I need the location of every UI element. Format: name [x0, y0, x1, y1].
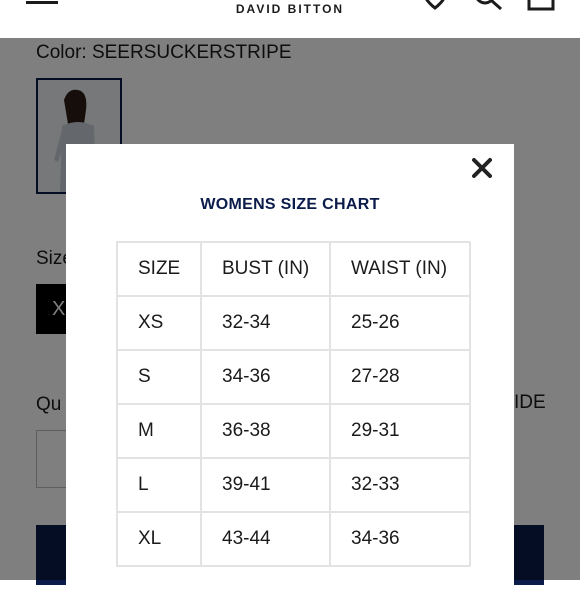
- column-header-size: SIZE: [116, 241, 202, 297]
- size-cell: XL: [116, 511, 202, 567]
- table-row: L 39-41 32-33: [116, 457, 471, 513]
- table-row: XL 43-44 34-36: [116, 511, 471, 567]
- table-header-row: SIZE BUST (IN) WAIST (IN): [116, 241, 471, 297]
- waist-cell: 34-36: [329, 511, 471, 567]
- column-header-bust: BUST (IN): [200, 241, 331, 297]
- size-cell: XS: [116, 295, 202, 351]
- bust-cell: 32-34: [200, 295, 331, 351]
- close-icon[interactable]: [466, 152, 498, 184]
- size-chart-table: SIZE BUST (IN) WAIST (IN) XS 32-34 25-26…: [116, 241, 471, 567]
- size-cell: L: [116, 457, 202, 513]
- size-chart-modal: WOMENS SIZE CHART SIZE BUST (IN) WAIST (…: [66, 144, 514, 594]
- heart-icon[interactable]: [420, 0, 450, 10]
- search-icon[interactable]: [472, 0, 504, 12]
- bust-cell: 43-44: [200, 511, 331, 567]
- waist-cell: 29-31: [329, 403, 471, 459]
- size-cell: M: [116, 403, 202, 459]
- waist-cell: 27-28: [329, 349, 471, 405]
- bust-cell: 39-41: [200, 457, 331, 513]
- bust-cell: 34-36: [200, 349, 331, 405]
- size-cell: S: [116, 349, 202, 405]
- table-row: XS 32-34 25-26: [116, 295, 471, 351]
- column-header-waist: WAIST (IN): [329, 241, 471, 297]
- site-header: DAVID BITTON: [0, 0, 580, 38]
- bag-icon[interactable]: [526, 0, 556, 12]
- waist-cell: 25-26: [329, 295, 471, 351]
- bust-cell: 36-38: [200, 403, 331, 459]
- table-row: S 34-36 27-28: [116, 349, 471, 405]
- size-chart-title: WOMENS SIZE CHART: [200, 196, 380, 213]
- table-row: M 36-38 29-31: [116, 403, 471, 459]
- waist-cell: 32-33: [329, 457, 471, 513]
